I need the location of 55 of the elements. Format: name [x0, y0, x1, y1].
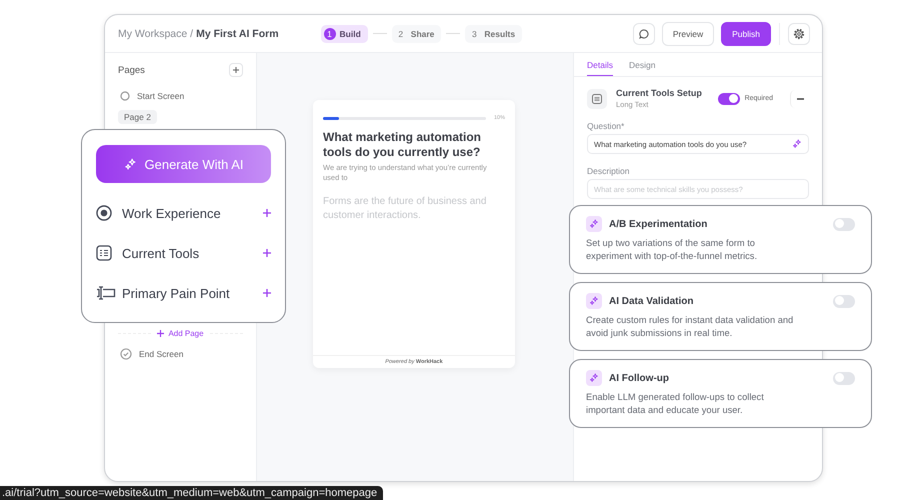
text-input-icon [96, 286, 116, 300]
question-label: Question* [586, 120, 626, 133]
circle-icon [120, 91, 130, 101]
sparkle-icon [792, 139, 802, 149]
step-tab[interactable]: 3 Results [465, 24, 522, 42]
list-icon [592, 94, 602, 104]
plus-icon [233, 67, 239, 73]
comment-button[interactable] [632, 22, 655, 44]
toggle-switch[interactable] [833, 218, 855, 230]
panel-tab[interactable]: Details [587, 60, 613, 76]
pages-heading: Pages [118, 64, 145, 76]
feature-title: A/B Experimentation [609, 218, 708, 230]
feature-title: AI Data Validation [609, 296, 694, 306]
sparkle-icon [124, 158, 136, 170]
toggle-switch[interactable] [833, 294, 855, 308]
page-item[interactable]: End Screen [118, 344, 186, 364]
step-tab[interactable]: 1 Build [320, 24, 368, 42]
add-button[interactable] [229, 63, 243, 77]
field-type-item[interactable]: Work Experience [96, 193, 271, 233]
sparkle-icon [589, 373, 599, 383]
settings-button[interactable] [788, 22, 810, 44]
description-label: Description [586, 165, 631, 178]
page-item[interactable]: Start Screen [118, 87, 186, 105]
toggle-switch[interactable] [833, 372, 855, 384]
minus-icon [796, 98, 804, 100]
toggle-switch[interactable] [718, 92, 740, 104]
feature-description: Enable LLM generated follow-ups to collect important data and educate your user. [586, 391, 765, 417]
status-url: .ai/trial?utm_source=website&utm_medium=web&utm_campaign=homepage [2, 487, 378, 499]
page-item[interactable]: Page 2 [118, 110, 157, 124]
add-page-button[interactable]: Add Page [157, 329, 204, 338]
question-title: What marketing automation tools do you currently use? [323, 130, 482, 160]
feature-title: AI Follow-up [609, 372, 670, 384]
sparkle-icon [589, 296, 599, 306]
generate-ai-button[interactable]: Generate With AI [96, 145, 271, 183]
panel-tab[interactable]: Design [628, 60, 656, 76]
breadcrumb-link[interactable]: My Workspace / [118, 28, 194, 40]
radio-icon [96, 205, 112, 221]
sparkle-icon [589, 219, 599, 229]
settings-icon [793, 28, 805, 40]
plus-icon [263, 209, 271, 217]
list-icon [96, 245, 112, 261]
chat-bubble-icon [638, 28, 649, 38]
feature-description: Set up two variations of the same form to experiment with top-of-the-funnel metrics. [586, 237, 758, 263]
field-type-item[interactable]: Primary Pain Point [96, 273, 271, 313]
form-title: My First AI Form [196, 28, 279, 40]
feature-description: Create custom rules for instant data validation and avoid junk submissions in real time. [586, 314, 794, 340]
preview-button[interactable]: Preview [662, 22, 714, 46]
plus-icon [263, 289, 271, 297]
field-title: Current Tools Setup [616, 88, 702, 98]
field-type-item[interactable]: Current Tools [96, 233, 271, 273]
step-tab[interactable]: 2 Share [392, 24, 442, 42]
publish-button[interactable]: Publish [721, 22, 771, 46]
plus-icon [263, 249, 271, 257]
check-circle-icon [120, 348, 132, 360]
plus-icon [157, 330, 164, 337]
